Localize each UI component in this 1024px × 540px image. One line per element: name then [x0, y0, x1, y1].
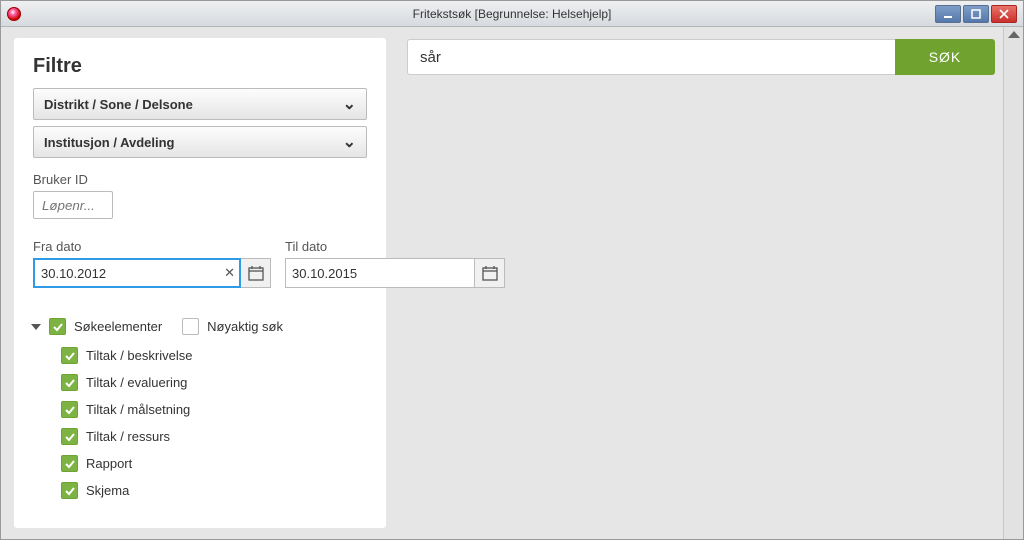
- tiltak-evaluering-label: Tiltak / evaluering: [86, 375, 187, 390]
- search-elements-checkbox[interactable]: [49, 318, 66, 335]
- title-bar: Fritekstsøk [Begrunnelse: Helsehjelp]: [1, 1, 1023, 27]
- to-date-input[interactable]: [285, 258, 475, 288]
- chevron-down-icon: ⌄: [343, 94, 356, 114]
- user-id-label: Bruker ID: [33, 172, 367, 187]
- tiltak-ressurs-checkbox[interactable]: [61, 428, 78, 445]
- results-area: SØK: [399, 27, 1003, 539]
- clear-from-date-button[interactable]: ✕: [224, 265, 235, 281]
- skjema-checkbox[interactable]: [61, 482, 78, 499]
- tree-toggle[interactable]: [31, 324, 41, 330]
- search-elements-list: Tiltak / beskrivelse Tiltak / evaluering…: [61, 347, 367, 499]
- accordion-institution-label: Institusjon / Avdeling: [44, 135, 174, 150]
- check-icon: [52, 321, 64, 333]
- tiltak-ressurs-label: Tiltak / ressurs: [86, 429, 170, 444]
- search-button[interactable]: SØK: [895, 39, 995, 75]
- tiltak-malsetning-checkbox[interactable]: [61, 401, 78, 418]
- maximize-icon: [971, 9, 981, 19]
- from-date-calendar-button[interactable]: [241, 258, 271, 288]
- check-icon: [64, 350, 76, 362]
- tiltak-beskrivelse-label: Tiltak / beskrivelse: [86, 348, 192, 363]
- rapport-checkbox[interactable]: [61, 455, 78, 472]
- check-icon: [64, 458, 76, 470]
- maximize-button[interactable]: [963, 5, 989, 23]
- options-row: Søkeelementer Nøyaktig søk: [33, 318, 367, 335]
- filter-heading: Filtre: [33, 55, 367, 78]
- rapport-label: Rapport: [86, 456, 132, 471]
- check-icon: [64, 485, 76, 497]
- check-icon: [64, 404, 76, 416]
- exact-search-label: Nøyaktig søk: [207, 319, 283, 334]
- from-date-input[interactable]: [33, 258, 241, 288]
- window-controls: [935, 5, 1017, 23]
- search-input[interactable]: [407, 39, 895, 75]
- minimize-icon: [943, 9, 953, 19]
- accordion-district-label: Distrikt / Sone / Delsone: [44, 97, 193, 112]
- date-row: Fra dato ✕ Til dato: [33, 239, 367, 288]
- chevron-down-icon: ⌄: [343, 132, 356, 152]
- window-title: Fritekstsøk [Begrunnelse: Helsehjelp]: [413, 7, 612, 21]
- search-row: SØK: [407, 39, 995, 75]
- tiltak-beskrivelse-checkbox[interactable]: [61, 347, 78, 364]
- filter-panel: Filtre Distrikt / Sone / Delsone ⌄ Insti…: [15, 39, 385, 527]
- accordion-institution[interactable]: Institusjon / Avdeling ⌄: [33, 126, 367, 158]
- search-elements-label: Søkeelementer: [74, 319, 162, 334]
- app-icon: [7, 7, 21, 21]
- exact-search-checkbox[interactable]: [182, 318, 199, 335]
- scroll-up-icon: [1008, 31, 1020, 38]
- check-icon: [64, 431, 76, 443]
- close-button[interactable]: [991, 5, 1017, 23]
- tiltak-evaluering-checkbox[interactable]: [61, 374, 78, 391]
- from-date-label: Fra dato: [33, 239, 271, 254]
- calendar-icon: [248, 265, 264, 281]
- skjema-label: Skjema: [86, 483, 129, 498]
- scrollbar[interactable]: [1003, 27, 1023, 539]
- app-window: Fritekstsøk [Begrunnelse: Helsehjelp] Fi…: [0, 0, 1024, 540]
- main-body: Filtre Distrikt / Sone / Delsone ⌄ Insti…: [1, 27, 1023, 539]
- check-icon: [64, 377, 76, 389]
- user-id-input[interactable]: [33, 191, 113, 219]
- accordion-district[interactable]: Distrikt / Sone / Delsone ⌄: [33, 88, 367, 120]
- close-icon: [999, 9, 1009, 19]
- tiltak-malsetning-label: Tiltak / målsetning: [86, 402, 190, 417]
- minimize-button[interactable]: [935, 5, 961, 23]
